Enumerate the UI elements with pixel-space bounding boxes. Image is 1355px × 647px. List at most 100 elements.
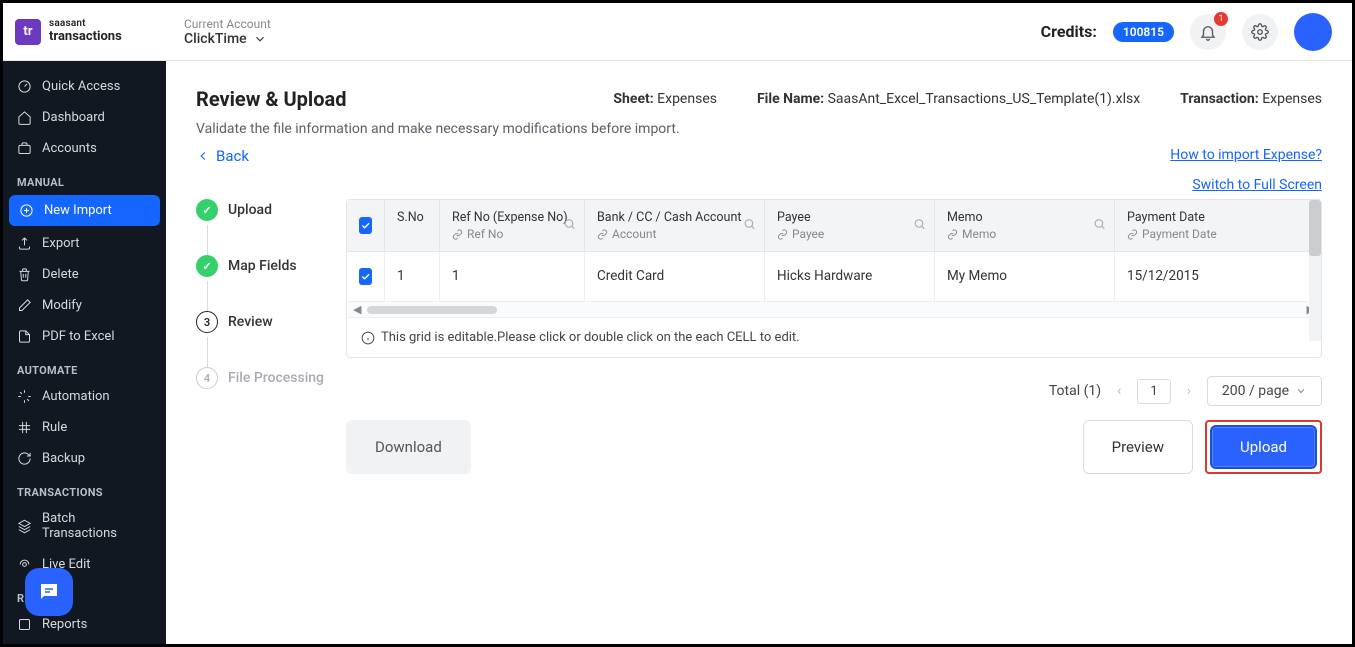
col-ref[interactable]: Ref No (Expense No) Ref No — [440, 200, 585, 251]
fullscreen-link[interactable]: Switch to Full Screen — [1170, 177, 1322, 193]
col-memo[interactable]: Memo Memo — [935, 200, 1115, 251]
horizontal-scrollbar[interactable]: ◀ ▶ — [347, 301, 1321, 317]
data-grid: S.No Ref No (Expense No) Ref No Bank / C… — [346, 199, 1322, 358]
file-icon — [17, 329, 32, 344]
search-icon[interactable] — [743, 217, 756, 234]
sheet-meta: Sheet: Expenses — [613, 91, 717, 107]
sidebar-section-transactions: TRANSACTIONS — [3, 474, 166, 503]
logo-text: saasant transactions — [49, 19, 122, 43]
how-to-import-link[interactable]: How to import Expense? — [1170, 147, 1322, 163]
link-icon — [777, 229, 788, 240]
transaction-meta: Transaction: Expenses — [1180, 91, 1322, 107]
notification-badge: 1 — [1214, 12, 1228, 26]
link-icon — [1127, 229, 1138, 240]
chevron-left-icon — [196, 149, 210, 163]
logo: tr saasant transactions — [3, 19, 166, 45]
account-selector[interactable]: Current Account ClickTime — [184, 17, 271, 47]
layers-icon — [17, 519, 32, 534]
sidebar-item-batch-transactions[interactable]: Batch Transactions — [3, 503, 166, 549]
sidebar-item-rule[interactable]: Rule — [3, 412, 166, 443]
total-count: Total (1) — [1049, 383, 1101, 399]
chat-icon — [37, 580, 61, 604]
sidebar-item-quick-access[interactable]: Quick Access — [3, 71, 166, 102]
backup-icon — [17, 451, 32, 466]
row-checkbox[interactable] — [359, 268, 372, 285]
sidebar-item-backup[interactable]: Backup — [3, 443, 166, 474]
rule-icon — [17, 420, 32, 435]
sidebar-item-dashboard[interactable]: Dashboard — [3, 102, 166, 133]
app-header: tr saasant transactions Current Account … — [3, 3, 1352, 61]
page-size-select[interactable]: 200 / page — [1207, 376, 1322, 406]
step-review[interactable]: 3 Review — [196, 311, 326, 333]
chat-fab[interactable] — [25, 568, 73, 616]
credits-value: 100815 — [1113, 22, 1174, 42]
bell-icon — [1199, 23, 1217, 41]
scroll-left-icon[interactable]: ◀ — [347, 303, 367, 316]
edit-icon — [17, 298, 32, 313]
col-payee[interactable]: Payee Payee — [765, 200, 935, 251]
grid-note: This grid is editable.Please click or do… — [347, 317, 1321, 357]
prev-page-button[interactable]: ‹ — [1113, 383, 1125, 399]
check-icon: ✓ — [196, 255, 218, 277]
link-icon — [947, 229, 958, 240]
next-page-button[interactable]: › — [1183, 383, 1195, 399]
briefcase-icon — [17, 141, 32, 156]
sidebar-item-delete[interactable]: Delete — [3, 259, 166, 290]
gauge-icon — [17, 79, 32, 94]
user-avatar[interactable] — [1294, 13, 1332, 51]
wizard-steps: ✓ Upload ✓ Map Fields 3 Review 4 File Pr… — [196, 199, 326, 474]
page-number[interactable]: 1 — [1137, 379, 1170, 404]
sidebar: Quick Access Dashboard Accounts MANUAL N… — [3, 61, 166, 644]
back-link[interactable]: Back — [196, 147, 1322, 165]
check-icon: ✓ — [196, 199, 218, 221]
step-map-fields[interactable]: ✓ Map Fields — [196, 255, 326, 277]
gear-icon — [1251, 23, 1269, 41]
settings-button[interactable] — [1242, 14, 1278, 50]
step-upload[interactable]: ✓ Upload — [196, 199, 326, 221]
sidebar-item-automation[interactable]: Automation — [3, 381, 166, 412]
col-bank[interactable]: Bank / CC / Cash Account Account — [585, 200, 765, 251]
report-icon — [17, 617, 32, 632]
upload-button[interactable]: Upload — [1210, 425, 1317, 469]
action-bar: Download Preview Upload — [346, 420, 1322, 474]
download-button[interactable]: Download — [346, 420, 471, 474]
sidebar-item-reports[interactable]: Reports — [3, 609, 166, 640]
page-title: Review & Upload — [196, 87, 346, 111]
col-sno: S.No — [385, 200, 440, 251]
logo-badge: tr — [15, 19, 41, 45]
link-icon — [452, 229, 463, 240]
notifications-button[interactable]: 1 — [1190, 14, 1226, 50]
preview-button[interactable]: Preview — [1083, 420, 1193, 474]
table-row[interactable]: 1 1 Credit Card Hicks Hardware My Memo 1… — [347, 252, 1321, 301]
step-file-processing: 4 File Processing — [196, 367, 326, 389]
sidebar-item-pdf-to-excel[interactable]: PDF to Excel — [3, 321, 166, 352]
sidebar-item-accounts[interactable]: Accounts — [3, 133, 166, 164]
chevron-down-icon — [253, 32, 267, 46]
upload-highlight: Upload — [1205, 420, 1322, 474]
sidebar-item-account-summary[interactable]: Account Summary — [3, 640, 166, 644]
export-icon — [17, 236, 32, 251]
sidebar-item-new-import[interactable]: New Import — [9, 195, 160, 226]
grid-header: S.No Ref No (Expense No) Ref No Bank / C… — [347, 200, 1321, 252]
home-icon — [17, 110, 32, 125]
vertical-scrollbar[interactable] — [1309, 200, 1321, 341]
chevron-down-icon — [1295, 385, 1307, 397]
plus-icon — [19, 203, 34, 218]
help-links: How to import Expense? Switch to Full Sc… — [1170, 147, 1322, 207]
search-icon[interactable] — [1093, 217, 1106, 234]
search-icon[interactable] — [913, 217, 926, 234]
page-subtitle: Validate the file information and make n… — [196, 121, 1322, 137]
select-all-checkbox[interactable] — [359, 217, 372, 234]
sidebar-item-export[interactable]: Export — [3, 228, 166, 259]
main-content: Review & Upload Sheet: Expenses File Nam… — [166, 61, 1352, 644]
link-icon — [597, 229, 608, 240]
pagination: Total (1) ‹ 1 › 200 / page — [346, 376, 1322, 406]
trash-icon — [17, 267, 32, 282]
search-icon[interactable] — [563, 217, 576, 234]
automation-icon — [17, 389, 32, 404]
col-date[interactable]: Payment Date Payment Date — [1115, 200, 1265, 251]
info-icon — [361, 331, 375, 345]
sidebar-item-modify[interactable]: Modify — [3, 290, 166, 321]
credits-label: Credits: — [1041, 22, 1097, 41]
sidebar-section-automate: AUTOMATE — [3, 352, 166, 381]
